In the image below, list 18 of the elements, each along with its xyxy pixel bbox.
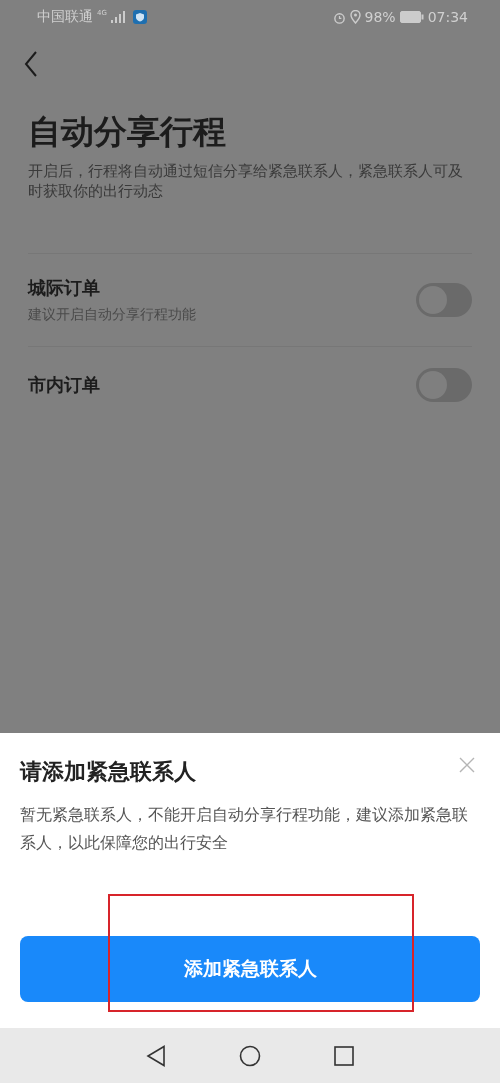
location-icon — [349, 10, 361, 24]
clock-time: 07:34 — [427, 9, 468, 25]
signal-icon — [110, 11, 125, 23]
page-title: 自动分享行程 — [28, 111, 227, 153]
add-contact-button[interactable]: 添加紧急联系人 — [20, 936, 480, 1002]
alarm-icon — [332, 10, 346, 24]
page-description: 开启后，行程将自动通过短信分享给紧急联系人，紧急联系人可及时获取你的出行动态 — [28, 161, 464, 201]
home-nav-icon[interactable] — [239, 1044, 261, 1067]
recents-nav-icon[interactable] — [333, 1045, 354, 1066]
dialog-title: 请添加紧急联系人 — [20, 758, 196, 786]
battery-icon — [399, 11, 424, 23]
shield-app-icon — [132, 10, 147, 24]
setting-label: 城际订单 — [28, 276, 101, 300]
battery-percentage: 98% — [364, 9, 396, 25]
dialog-message: 暂无紧急联系人，不能开启自动分享行程功能，建议添加紧急联系人，以此保障您的出行安全 — [20, 804, 469, 854]
back-nav-icon[interactable] — [146, 1044, 167, 1067]
setting-label: 市内订单 — [28, 373, 100, 397]
carrier-name: 中国联通 — [37, 8, 93, 26]
